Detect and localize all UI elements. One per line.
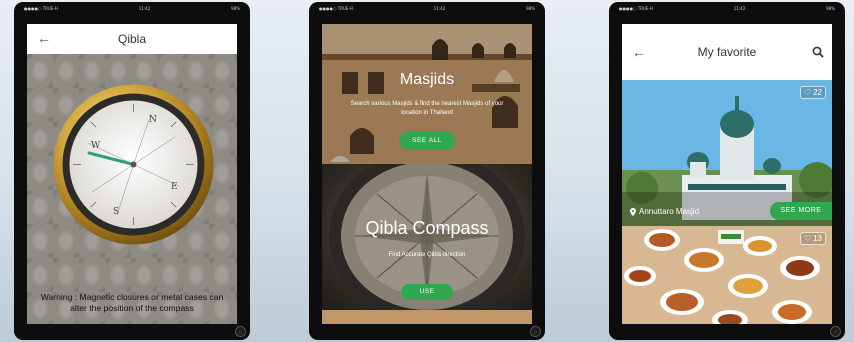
favorite-card-masjid[interactable]: ♡ 22 Annuttaro Masjid SEE MORE [622,80,832,226]
qibla-topbar: ← Qibla [27,24,237,54]
home-screen: Masjids Search various Masjids & find th… [322,24,532,324]
svg-text:E: E [171,182,178,192]
masjids-hero-card: Masjids Search various Masjids & find th… [322,24,532,164]
qibla-compass-subtitle: Find Accurate Qibla direction [388,252,466,258]
home-button-icon[interactable]: ○ [830,326,841,337]
back-arrow-icon[interactable]: ← [632,44,646,60]
heart-icon: ♡ [803,234,812,243]
tablet-home: ●●●●○ TRUE-H 11:42 98% Masjids Search va… [309,2,545,340]
tablet-favorite: ●●●●○ TRUE-H 11:42 98% ← My favorite ♡ 2… [609,2,845,340]
see-more-button[interactable]: SEE MORE [770,202,832,220]
svg-text:S: S [113,207,119,217]
page-title: My favorite [697,45,757,59]
carrier-label: ●●●●○ TRUE-H [24,6,58,11]
clock-label: 11:42 [733,6,746,11]
place-name: Annuttaro Masjid [639,207,700,216]
home-button-icon[interactable]: ○ [530,326,541,337]
qibla-screen: ← Qibla N E S W Warning: Magnetic closu… [27,24,237,324]
favorite-card-food[interactable]: ♡ 13 [622,226,832,324]
masjids-title: Masjids [399,71,455,88]
like-count: 13 [813,234,822,243]
like-count-badge[interactable]: ♡ 13 [799,232,826,245]
battery-label: 98% [231,6,240,11]
like-count: 22 [813,88,822,97]
place-label: Annuttaro Masjid [630,207,699,216]
favorite-screen: ← My favorite ♡ 22 Annuttaro Masjid SEE … [622,24,832,324]
masjids-subtitle: Search various Masjids & find the neares… [350,101,504,116]
tablet-qibla: ●●●●○ TRUE-H 11:42 98% ← Qibla N E S W W… [14,2,250,340]
qibla-compass-title: Qibla Compass [365,218,489,238]
carrier-label: ●●●●○ TRUE-H [319,6,353,11]
use-button[interactable]: USE [401,284,453,300]
status-bar: ●●●●○ TRUE-H 11:42 98% [609,2,845,24]
like-count-badge[interactable]: ♡ 22 [799,86,826,99]
status-bar: ●●●●○ TRUE-H 11:42 98% [14,2,250,24]
qibla-compass-card: Qibla Compass Find Accurate Qibla direct… [322,164,532,310]
clock-label: 11:42 [433,6,446,11]
magnetic-warning-text: Warning : Magnetic closures or metal cas… [40,292,224,313]
carrier-label: ●●●●○ TRUE-H [619,6,653,11]
home-button-icon[interactable]: ○ [235,326,246,337]
heart-icon: ♡ [803,88,812,97]
search-icon[interactable] [812,46,824,58]
page-title: Qibla [117,32,146,46]
back-arrow-icon[interactable]: ← [37,30,51,46]
location-pin-icon [630,207,636,216]
see-all-button[interactable]: SEE ALL [399,132,455,150]
status-bar: ●●●●○ TRUE-H 11:42 98% [309,2,545,24]
battery-label: 98% [826,6,835,11]
qibla-compass-dial: N E S W [53,84,214,245]
svg-text:N: N [149,115,157,125]
battery-label: 98% [526,6,535,11]
svg-text:W: W [91,141,101,151]
favorite-topbar: ← My favorite [622,24,832,80]
next-card-peek [322,310,532,324]
clock-label: 11:42 [138,6,151,11]
